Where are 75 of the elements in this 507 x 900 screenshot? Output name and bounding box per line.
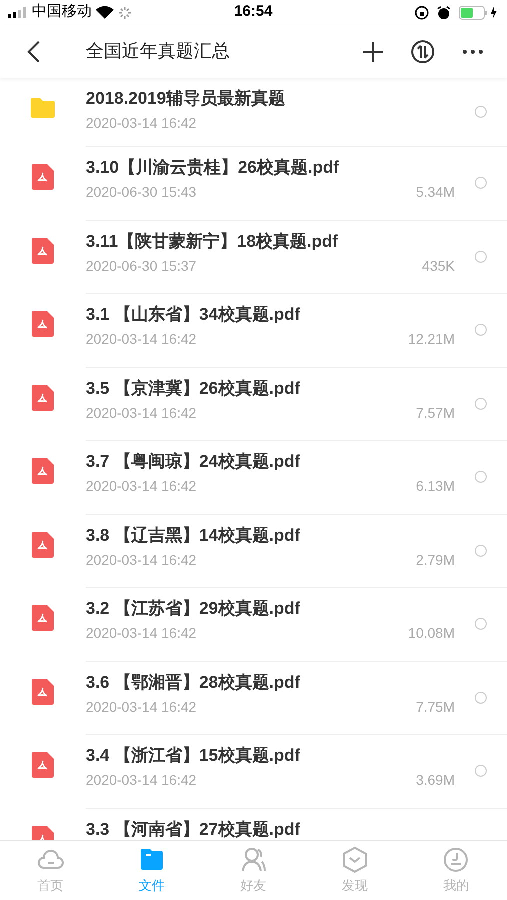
file-date: 2020-03-14 16:42 — [86, 771, 198, 790]
hexagon-icon — [340, 846, 369, 874]
select-radio[interactable] — [475, 544, 487, 557]
select-radio[interactable] — [475, 324, 487, 336]
more-icon — [462, 48, 484, 54]
select-radio[interactable] — [475, 106, 487, 118]
plus-icon — [362, 40, 384, 62]
carrier-name: 中国移动 — [32, 2, 92, 22]
file-date: 2020-03-14 16:42 — [86, 330, 198, 349]
file-name: 2018.2019辅导员最新真题 — [86, 89, 286, 109]
wifi-icon — [96, 6, 114, 19]
file-name: 3.2 【江苏省】29校真题.pdf — [86, 599, 302, 619]
file-date: 2020-03-14 16:42 — [86, 477, 198, 496]
pdf-file-icon — [32, 384, 54, 410]
file-date: 2020-03-14 16:42 — [86, 624, 198, 643]
file-size: 5.34M — [416, 183, 455, 202]
file-date: 2020-06-30 15:43 — [86, 183, 198, 202]
select-radio[interactable] — [475, 692, 487, 704]
file-row[interactable]: 3.4 【浙江省】15校真题.pdf 2020-03-14 16:42 3.69M — [0, 735, 507, 808]
file-name: 3.11【陕甘蒙新宁】18校真题.pdf — [86, 232, 340, 252]
pdf-file-icon — [32, 238, 54, 264]
file-size: 12.21M — [408, 330, 455, 349]
pdf-file-icon — [32, 311, 54, 337]
page-title: 全国近年真题汇总 — [86, 40, 231, 63]
pdf-file-icon — [32, 164, 54, 190]
file-row[interactable]: 3.1 【山东省】34校真题.pdf 2020-03-14 16:42 12.21M — [0, 294, 507, 368]
file-size: 435K — [422, 256, 455, 276]
back-icon — [27, 40, 41, 64]
rotation-lock-icon — [415, 6, 429, 20]
people-icon — [240, 846, 268, 874]
pdf-file-icon — [32, 605, 54, 631]
select-radio[interactable] — [475, 765, 487, 778]
file-size: 3.69M — [416, 771, 455, 790]
alarm-icon — [437, 6, 451, 20]
file-size: 7.57M — [416, 404, 455, 422]
file-date: 2020-03-14 16:42 — [86, 114, 198, 133]
file-date: 2020-03-14 16:42 — [86, 404, 198, 422]
file-row[interactable]: 3.8 【辽吉黑】14校真题.pdf 2020-03-14 16:42 2.79M — [0, 514, 507, 588]
pdf-file-icon — [32, 678, 54, 704]
pdf-file-icon — [32, 752, 54, 778]
file-row[interactable]: 3.5 【京津冀】26校真题.pdf 2020-03-14 16:42 7.57M — [0, 368, 507, 441]
signal-icon — [8, 7, 28, 18]
file-name: 3.5 【京津冀】26校真题.pdf — [86, 378, 302, 398]
select-radio[interactable] — [475, 250, 487, 263]
file-date: 2020-03-14 16:42 — [86, 550, 198, 570]
pdf-file-icon — [32, 458, 54, 484]
file-name: 3.3 【河南省】27校真题.pdf — [86, 820, 302, 840]
file-size: 6.13M — [416, 477, 455, 496]
file-name: 3.8 【辽吉黑】14校真题.pdf — [86, 526, 302, 546]
file-row[interactable]: 3.2 【江苏省】29校真题.pdf 2020-03-14 16:42 10.08M — [0, 588, 507, 662]
file-name: 3.4 【浙江省】15校真题.pdf — [86, 746, 302, 766]
file-name: 3.6 【鄂湘晋】28校真题.pdf — [86, 672, 302, 692]
loading-spinner-icon — [118, 6, 132, 20]
file-row[interactable]: 3.7 【粤闽琼】24校真题.pdf 2020-03-14 16:42 6.13M — [0, 441, 507, 514]
battery-charging-icon — [459, 6, 499, 20]
select-radio[interactable] — [475, 398, 487, 410]
file-name: 3.1 【山东省】34校真题.pdf — [86, 305, 302, 325]
file-date: 2020-06-30 15:37 — [86, 256, 198, 276]
file-name: 3.7 【粤闽琼】24校真题.pdf — [86, 452, 302, 472]
file-size: 2.79M — [416, 550, 455, 570]
file-size: 7.75M — [416, 698, 455, 716]
file-name: 3.10【川渝云贵桂】26校真题.pdf — [86, 158, 340, 178]
file-date: 2020-03-14 16:42 — [86, 698, 198, 716]
file-size: 10.08M — [408, 624, 455, 643]
file-row[interactable]: 2018.2019辅导员最新真题 2020-03-14 16:42 — [0, 78, 507, 147]
select-radio[interactable] — [475, 177, 487, 190]
file-row[interactable]: 3.10【川渝云贵桂】26校真题.pdf 2020-06-30 15:43 5.34M — [0, 147, 507, 220]
select-radio[interactable] — [475, 618, 487, 630]
file-row[interactable]: 3.6 【鄂湘晋】28校真题.pdf 2020-03-14 16:42 7.75M — [0, 662, 507, 735]
sort-icon — [411, 40, 435, 64]
file-row[interactable]: 3.11【陕甘蒙新宁】18校真题.pdf 2020-06-30 15:37 435K — [0, 220, 507, 294]
folder-icon — [30, 97, 56, 119]
pdf-file-icon — [32, 532, 54, 558]
select-radio[interactable] — [475, 471, 487, 484]
clock-time: 16:54 — [234, 2, 273, 22]
